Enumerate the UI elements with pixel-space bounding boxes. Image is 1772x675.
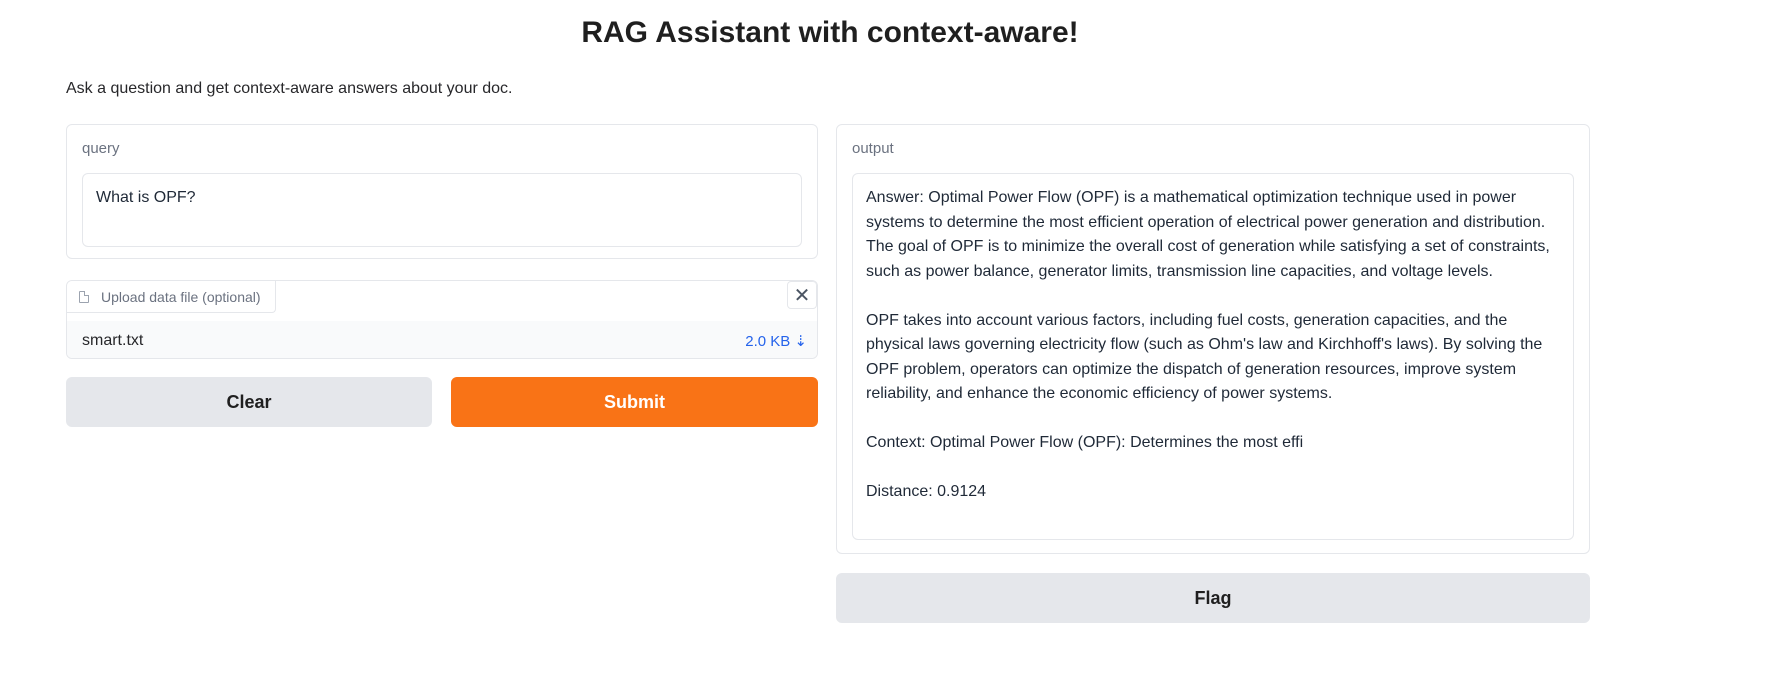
query-panel: query What is OPF? bbox=[66, 124, 818, 259]
output-textbox[interactable]: Answer: Optimal Power Flow (OPF) is a ma… bbox=[852, 173, 1574, 540]
output-paragraph: Context: Optimal Power Flow (OPF): Deter… bbox=[866, 434, 1304, 451]
upload-label[interactable]: Upload data file (optional) bbox=[67, 281, 276, 313]
output-panel: output Answer: Optimal Power Flow (OPF) … bbox=[836, 124, 1590, 554]
upload-label-text: Upload data file (optional) bbox=[101, 288, 261, 305]
close-icon[interactable]: ✕ bbox=[787, 281, 817, 309]
output-paragraph: Answer: Optimal Power Flow (OPF) is a ma… bbox=[866, 189, 1550, 280]
page-description: Ask a question and get context-aware ans… bbox=[66, 80, 513, 97]
file-name: smart.txt bbox=[82, 331, 144, 349]
output-paragraph: OPF takes into account various factors, … bbox=[866, 311, 1543, 403]
clear-button[interactable]: Clear bbox=[66, 377, 432, 427]
query-input[interactable]: What is OPF? bbox=[82, 173, 802, 247]
file-upload-panel: Upload data file (optional) ✕ smart.txt … bbox=[66, 280, 818, 359]
flag-button[interactable]: Flag bbox=[836, 573, 1590, 623]
page-title: RAG Assistant with context-aware! bbox=[581, 16, 1079, 49]
query-label: query bbox=[82, 140, 120, 157]
output-paragraph: Distance: 0.9124 bbox=[866, 483, 987, 500]
submit-button[interactable]: Submit bbox=[451, 377, 818, 427]
uploaded-file-row: smart.txt 2.0 KB ⇣ bbox=[67, 321, 817, 358]
file-size-download-link[interactable]: 2.0 KB ⇣ bbox=[745, 332, 807, 350]
output-label: output bbox=[852, 140, 894, 157]
file-icon bbox=[79, 290, 89, 303]
